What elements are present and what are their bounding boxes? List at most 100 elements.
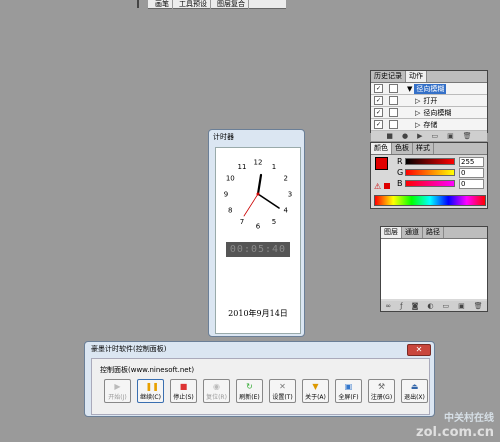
play-icon[interactable]: ▶ xyxy=(417,132,422,140)
stop-button[interactable]: ■ 停止(S) xyxy=(170,379,197,403)
layers-panel: 图层 通道 路径 ∞ ƒ ◙ ◐ ▭ ▣ 🗑 xyxy=(380,226,488,312)
panel-dock-tick xyxy=(137,0,139,8)
tab-actions[interactable]: 动作 xyxy=(406,71,427,82)
action-row[interactable]: ✓ ▼ 径向模糊 xyxy=(371,83,487,95)
stop-icon: ■ xyxy=(179,382,188,391)
play-button[interactable]: ▶ 开始(J) xyxy=(104,379,131,403)
control-button-label: 全屏(F) xyxy=(338,394,359,401)
adjustment-icon[interactable]: ◐ xyxy=(427,302,433,310)
green-slider[interactable] xyxy=(405,169,455,176)
play-icon: ▶ xyxy=(114,382,121,391)
mask-icon[interactable]: ◙ xyxy=(412,302,419,310)
check-icon[interactable]: ✓ xyxy=(374,84,383,93)
action-row[interactable]: ✓ ▷ 存储 xyxy=(371,119,487,131)
action-label: 径向模糊 xyxy=(423,108,452,117)
action-label: 打开 xyxy=(423,96,438,105)
clock-numeral: 11 xyxy=(238,163,247,171)
control-button-label: 复位(R) xyxy=(206,394,227,401)
control-button-label: 退出(X) xyxy=(404,394,425,401)
dialog-toggle[interactable] xyxy=(389,120,398,129)
tab-styles[interactable]: 样式 xyxy=(413,143,434,154)
color-sliders: R 255 G 0 B 0 xyxy=(397,156,487,189)
new-action-icon[interactable]: ▣ xyxy=(447,132,454,140)
check-icon[interactable]: ✓ xyxy=(374,96,383,105)
record-icon[interactable]: ● xyxy=(402,132,408,140)
blue-value-field[interactable]: 0 xyxy=(459,178,484,189)
register-icon: ⚒ xyxy=(377,382,386,391)
refresh-button[interactable]: ↻ 刷新(E) xyxy=(236,379,263,403)
expand-icon[interactable]: ▷ xyxy=(415,109,420,117)
pause-button[interactable]: ❚❚ 继续(C) xyxy=(137,379,164,403)
layers-list[interactable] xyxy=(381,239,487,299)
blue-slider[interactable] xyxy=(405,180,455,187)
second-hand xyxy=(243,193,259,217)
control-button-label: 继续(C) xyxy=(140,394,161,401)
tab-paths[interactable]: 路径 xyxy=(423,227,444,238)
fullscreen-button[interactable]: ▣ 全屏(F) xyxy=(335,379,362,403)
clock-numeral: 2 xyxy=(283,175,287,183)
gamut-color-icon[interactable] xyxy=(384,183,390,189)
check-icon[interactable]: ✓ xyxy=(374,108,383,117)
color-spectrum-bar[interactable] xyxy=(374,195,486,206)
tab-color[interactable]: 颜色 xyxy=(371,143,392,154)
watermark: 中关村在线 zol.com.cn xyxy=(416,412,494,440)
dialog-toggle[interactable] xyxy=(389,96,398,105)
clock-numeral: 12 xyxy=(254,159,263,167)
minute-hand xyxy=(257,193,280,209)
link-icon[interactable]: ∞ xyxy=(385,302,391,310)
stop-record-icon[interactable]: ■ xyxy=(386,132,393,140)
action-label: 存储 xyxy=(423,120,438,129)
clock-numeral: 3 xyxy=(288,191,292,199)
tab-brushes[interactable]: 画笔 xyxy=(152,0,173,9)
gamut-warning-icon[interactable]: ⚠ xyxy=(374,182,381,191)
check-icon[interactable]: ✓ xyxy=(374,120,383,129)
new-set-icon[interactable]: ▭ xyxy=(431,132,438,140)
hour-hand xyxy=(256,173,263,196)
about-button[interactable]: ▼ 关于(A) xyxy=(302,379,329,403)
fx-icon[interactable]: ƒ xyxy=(400,302,402,310)
trash-icon[interactable]: 🗑 xyxy=(474,302,483,310)
action-label: 径向模糊 xyxy=(414,83,447,94)
red-value-field[interactable]: 255 xyxy=(459,156,484,167)
tab-channels[interactable]: 通道 xyxy=(402,227,423,238)
clock-numeral: 8 xyxy=(228,207,232,215)
foreground-color-swatch[interactable] xyxy=(375,157,388,170)
expand-icon[interactable]: ▼ xyxy=(407,85,412,93)
dialog-toggle[interactable] xyxy=(389,108,398,117)
control-panel-window: 豪墨计时软件(控制面板) ✕ 控制面板(www.ninesoft.net) ▶ 开… xyxy=(84,341,435,417)
tab-tool-presets[interactable]: 工具预设 xyxy=(176,0,211,9)
exit-icon: ⏏ xyxy=(410,382,419,391)
action-row[interactable]: ✓ ▷ 打开 xyxy=(371,95,487,107)
reset-button[interactable]: ◉ 复位(R) xyxy=(203,379,230,403)
dialog-toggle[interactable] xyxy=(389,84,398,93)
expand-icon[interactable]: ▷ xyxy=(415,97,420,105)
tab-layers[interactable]: 图层 xyxy=(381,227,402,238)
timer-window-title: 计时器 xyxy=(213,133,234,141)
green-value-field[interactable]: 0 xyxy=(459,167,484,178)
expand-icon[interactable]: ▷ xyxy=(415,121,420,129)
clock-numeral: 1 xyxy=(272,163,276,171)
clock-numeral: 7 xyxy=(240,218,244,226)
register-button[interactable]: ⚒ 注册(G) xyxy=(368,379,395,403)
red-slider[interactable] xyxy=(405,158,455,165)
tools-button[interactable]: ✕ 设置(T) xyxy=(269,379,296,403)
control-button-label: 设置(T) xyxy=(272,394,293,401)
folder-icon[interactable]: ▭ xyxy=(443,302,450,310)
tab-history[interactable]: 历史记录 xyxy=(371,71,406,82)
top-panel-tabs: 画笔 工具预设 图层复合 xyxy=(148,0,286,9)
about-icon: ▼ xyxy=(312,382,319,391)
close-button[interactable]: ✕ xyxy=(407,344,431,356)
refresh-icon: ↻ xyxy=(246,382,253,391)
trash-icon[interactable]: 🗑 xyxy=(463,132,472,140)
tab-swatches[interactable]: 色板 xyxy=(392,143,413,154)
analog-clock: 121234567891011 xyxy=(224,159,292,231)
action-row[interactable]: ✓ ▷ 径向模糊 xyxy=(371,107,487,119)
clock-numeral: 6 xyxy=(256,223,261,231)
digital-time-readout: 00:05:40 xyxy=(226,242,290,257)
new-layer-icon[interactable]: ▣ xyxy=(458,302,465,310)
exit-button[interactable]: ⏏ 退出(X) xyxy=(401,379,428,403)
control-panel-body: 控制面板(www.ninesoft.net) ▶ 开始(J) ❚❚ 继续(C) ■ 停止(… xyxy=(91,358,430,415)
tab-layer-comps[interactable]: 图层复合 xyxy=(214,0,249,9)
history-actions-panel: 历史记录 动作 ✓ ▼ 径向模糊 ✓ ▷ 打开 ✓ ▷ 径向模糊 ✓ ▷ 存储 ■ ● ▶ ▭ ▣ 🗑 xyxy=(370,70,488,141)
control-button-label: 停止(S) xyxy=(173,394,194,401)
